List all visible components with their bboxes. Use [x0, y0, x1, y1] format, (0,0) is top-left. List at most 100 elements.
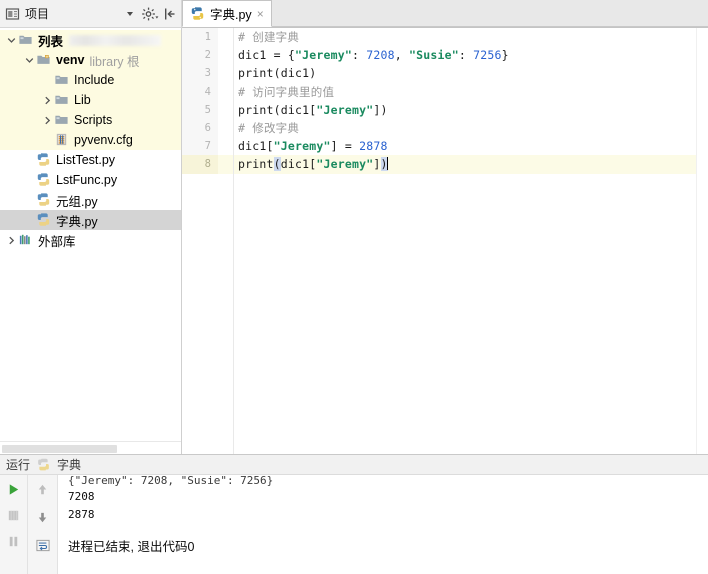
line-number: 3 [182, 64, 218, 83]
code-line-text[interactable]: dic1 = {"Jeremy": 7208, "Susie": 7256} [218, 48, 708, 62]
line-number: 8 [182, 155, 218, 174]
code-line-text[interactable]: print(dic1["Jeremy"]) [218, 103, 708, 117]
code-line[interactable]: 3 print(dic1) [182, 64, 708, 83]
tree-item-label: venv [56, 53, 85, 67]
tree-item-label: ListTest.py [56, 153, 116, 167]
line-number: 5 [182, 100, 218, 119]
top-row: 项目 字典.py × [0, 0, 708, 28]
folder-venv-icon [36, 52, 52, 68]
run-tool-window: 运行 字典 {"Jeremy": 7208, "Susie": 7256} 72… [0, 454, 708, 574]
close-icon[interactable]: × [256, 8, 265, 20]
tree-item-label: Include [74, 73, 115, 87]
tree-row-external-libraries[interactable]: 外部库 [0, 230, 181, 250]
tree-row-selected-dictionary[interactable]: 字典.py [0, 210, 181, 230]
editor-tab-dictionary[interactable]: 字典.py × [182, 0, 272, 27]
pause-icon[interactable] [4, 531, 24, 551]
chevron-right-icon[interactable] [40, 96, 54, 105]
python-file-icon [190, 6, 206, 22]
console-actions-toolbar [28, 475, 58, 574]
tree-item-label: Lib [74, 93, 91, 107]
scroll-down-icon[interactable] [33, 507, 53, 527]
folder-project-icon [18, 32, 34, 48]
code-line[interactable]: 2 dic1 = {"Jeremy": 7208, "Susie": 7256} [182, 46, 708, 65]
code-line-text[interactable]: print(dic1["Jeremy"]) [218, 157, 708, 172]
tree-row[interactable]: 列表 [0, 30, 181, 50]
console-line: 2878 [68, 508, 95, 521]
console-line: {"Jeremy": 7208, "Susie": 7256} [68, 476, 274, 487]
tree-item-label: LstFunc.py [56, 173, 118, 187]
editor-tab-strip: 字典.py × [182, 0, 708, 28]
code-line-text[interactable]: # 访问字典里的值 [218, 84, 708, 100]
code-editor[interactable]: 1 # 创建字典 2 dic1 = {"Jeremy": 7208, "Susi… [182, 28, 708, 454]
line-number: 6 [182, 118, 218, 138]
run-config-name[interactable]: 字典 [57, 456, 81, 473]
code-line-text[interactable]: # 创建字典 [218, 29, 708, 45]
python-file-icon [36, 152, 52, 168]
tree-item-label: pyvenv.cfg [74, 133, 133, 147]
tree-row[interactable]: venv library 根 [0, 50, 181, 70]
chevron-right-icon[interactable] [4, 236, 18, 245]
code-lines[interactable]: 1 # 创建字典 2 dic1 = {"Jeremy": 7208, "Susi… [182, 28, 708, 174]
console-line-exit: 进程已结束, 退出代码0 [68, 540, 195, 554]
run-tab-label[interactable]: 运行 [6, 456, 30, 473]
code-line-text[interactable]: # 修改字典 [218, 120, 708, 136]
console-output[interactable]: {"Jeremy": 7208, "Susie": 7256} 7208 287… [58, 475, 708, 574]
chevron-down-icon[interactable] [22, 56, 36, 65]
code-line[interactable]: 7 dic1["Jeremy"] = 2878 [182, 137, 708, 156]
gutter-divider [233, 28, 234, 454]
run-config-icon [36, 457, 51, 472]
code-line-text[interactable]: print(dic1) [218, 66, 708, 80]
stop-icon[interactable] [4, 505, 24, 525]
tree-item-label: 列表 [38, 34, 64, 49]
editor-tab-label: 字典.py [210, 8, 252, 22]
scroll-up-icon[interactable] [33, 479, 53, 499]
tree-row[interactable]: LstFunc.py [0, 170, 181, 190]
project-tree-panel: 列表 venv library 根 Include Lib Scripts py… [0, 28, 182, 454]
sidebar-horizontal-scrollbar[interactable] [0, 441, 181, 454]
external-libraries-icon [18, 232, 34, 248]
chevron-down-icon[interactable] [4, 36, 18, 45]
chevron-right-icon[interactable] [40, 116, 54, 125]
redacted-path-region [69, 34, 162, 46]
line-number: 7 [182, 137, 218, 156]
gear-icon[interactable] [141, 5, 159, 23]
code-line[interactable]: 1 # 创建字典 [182, 28, 708, 47]
code-line-text[interactable]: dic1["Jeremy"] = 2878 [218, 139, 708, 153]
run-actions-toolbar [0, 475, 28, 574]
pycharm-window: 项目 字典.py × 列表 venv library 根 Include Lib… [0, 0, 708, 574]
folder-icon [54, 92, 70, 108]
collapse-all-icon[interactable] [161, 5, 179, 23]
tree-row[interactable]: Scripts [0, 110, 181, 130]
editor-vertical-scrollbar[interactable] [696, 28, 708, 454]
tree-row[interactable]: Include [0, 70, 181, 90]
folder-icon [54, 72, 70, 88]
python-file-icon [36, 172, 52, 188]
folder-icon [54, 112, 70, 128]
line-number: 1 [182, 28, 218, 47]
tree-row[interactable]: Lib [0, 90, 181, 110]
project-panel-toolbar: 项目 [0, 0, 182, 28]
python-file-icon [36, 192, 52, 208]
console-line: 7208 [68, 490, 95, 503]
project-tree[interactable]: 列表 venv library 根 Include Lib Scripts py… [0, 28, 181, 441]
soft-wrap-icon[interactable] [33, 535, 53, 555]
project-view-icon [5, 6, 21, 22]
tree-row[interactable]: 元组.py [0, 190, 181, 210]
scrollbar-thumb[interactable] [2, 445, 117, 453]
run-panel-body: {"Jeremy": 7208, "Susie": 7256} 7208 287… [0, 475, 708, 574]
code-line[interactable]: 6 # 修改字典 [182, 118, 708, 138]
run-icon[interactable] [4, 479, 24, 499]
tree-item-label: 字典.py [56, 214, 98, 229]
config-file-icon [54, 132, 70, 148]
code-line-current[interactable]: 8 print(dic1["Jeremy"]) [182, 155, 708, 174]
run-panel-header: 运行 字典 [0, 455, 708, 475]
tree-item-sublabel: library 根 [89, 54, 140, 69]
code-line[interactable]: 4 # 访问字典里的值 [182, 82, 708, 101]
tree-item-label: 外部库 [38, 234, 76, 249]
code-line[interactable]: 5 print(dic1["Jeremy"]) [182, 100, 708, 119]
tree-row[interactable]: ListTest.py [0, 150, 181, 170]
project-panel-title: 项目 [25, 7, 50, 21]
chevron-down-icon[interactable] [119, 11, 141, 16]
tree-row[interactable]: pyvenv.cfg [0, 130, 181, 150]
